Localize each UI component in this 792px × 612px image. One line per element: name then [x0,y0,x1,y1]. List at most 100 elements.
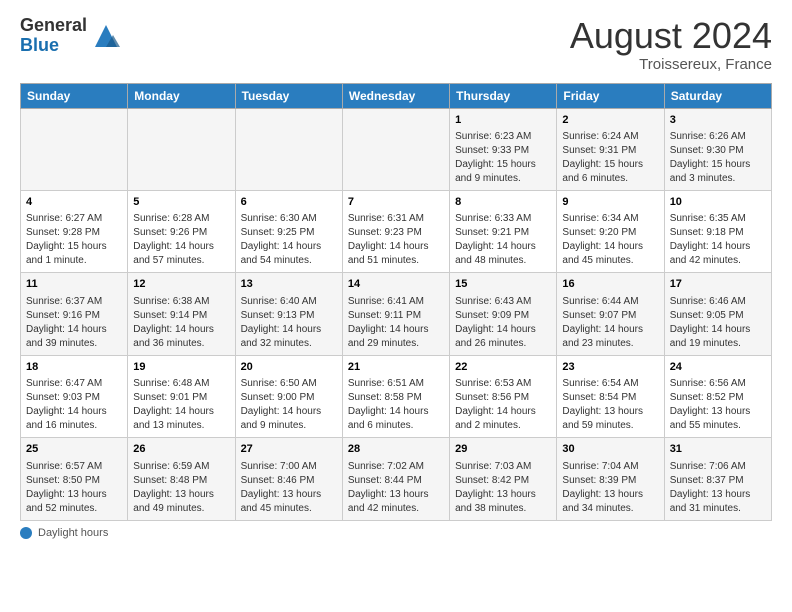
day-number: 24 [670,360,766,375]
logo-blue-text: Blue [20,36,87,56]
daylight-label: Daylight hours [38,527,108,539]
day-info: Sunrise: 6:40 AM Sunset: 9:13 PM Dayligh… [241,295,337,351]
calendar-cell: 27 Sunrise: 7:00 AM Sunset: 8:46 PM Dayli… [235,438,342,520]
calendar-weekday-saturday: Saturday [664,83,771,108]
day-number: 27 [241,442,337,457]
day-number: 9 [562,195,658,210]
calendar-cell: 20 Sunrise: 6:50 AM Sunset: 9:00 PM Dayli… [235,355,342,437]
day-info: Sunrise: 7:03 AM Sunset: 8:42 PM Dayligh… [455,460,551,516]
logo-general-text: General [20,16,87,36]
calendar-cell: 1 Sunrise: 6:23 AM Sunset: 9:33 PM Daylig… [450,108,557,190]
day-number: 28 [348,442,444,457]
logo-icon [91,21,121,51]
calendar-week-row: 11 Sunrise: 6:37 AM Sunset: 9:16 PM Dayli… [21,273,772,355]
day-info: Sunrise: 6:51 AM Sunset: 8:58 PM Dayligh… [348,377,444,433]
calendar-cell: 31 Sunrise: 7:06 AM Sunset: 8:37 PM Dayli… [664,438,771,520]
day-info: Sunrise: 6:48 AM Sunset: 9:01 PM Dayligh… [133,377,229,433]
day-number: 13 [241,277,337,292]
calendar-cell: 21 Sunrise: 6:51 AM Sunset: 8:58 PM Dayli… [342,355,449,437]
calendar-cell: 2 Sunrise: 6:24 AM Sunset: 9:31 PM Daylig… [557,108,664,190]
day-number: 4 [26,195,122,210]
day-number: 23 [562,360,658,375]
calendar-cell: 29 Sunrise: 7:03 AM Sunset: 8:42 PM Dayli… [450,438,557,520]
calendar-weekday-tuesday: Tuesday [235,83,342,108]
calendar-cell: 14 Sunrise: 6:41 AM Sunset: 9:11 PM Dayli… [342,273,449,355]
calendar-cell [128,108,235,190]
day-number: 18 [26,360,122,375]
calendar-cell: 30Sunrise: 7:04 AM Sunset: 8:39 PM Dayli… [557,438,664,520]
calendar-weekday-thursday: Thursday [450,83,557,108]
day-number: 15 [455,277,551,292]
calendar-cell: 5 Sunrise: 6:28 AM Sunset: 9:26 PM Daylig… [128,190,235,272]
day-number: 8 [455,195,551,210]
day-info: Sunrise: 6:34 AM Sunset: 9:20 PM Dayligh… [562,212,658,268]
day-number: 20 [241,360,337,375]
calendar-week-row: 25Sunrise: 6:57 AM Sunset: 8:50 PM Dayli… [21,438,772,520]
calendar-cell: 9 Sunrise: 6:34 AM Sunset: 9:20 PM Daylig… [557,190,664,272]
day-number: 29 [455,442,551,457]
calendar-cell: 17Sunrise: 6:46 AM Sunset: 9:05 PM Dayli… [664,273,771,355]
day-info: Sunrise: 6:33 AM Sunset: 9:21 PM Dayligh… [455,212,551,268]
calendar-weekday-sunday: Sunday [21,83,128,108]
day-info: Sunrise: 6:43 AM Sunset: 9:09 PM Dayligh… [455,295,551,351]
day-info: Sunrise: 6:37 AM Sunset: 9:16 PM Dayligh… [26,295,122,351]
logo: General Blue [20,16,121,56]
calendar-cell: 25Sunrise: 6:57 AM Sunset: 8:50 PM Dayli… [21,438,128,520]
day-info: Sunrise: 6:30 AM Sunset: 9:25 PM Dayligh… [241,212,337,268]
day-info: Sunrise: 7:00 AM Sunset: 8:46 PM Dayligh… [241,460,337,516]
day-number: 6 [241,195,337,210]
calendar-cell: 6 Sunrise: 6:30 AM Sunset: 9:25 PM Daylig… [235,190,342,272]
calendar-header-row: SundayMondayTuesdayWednesdayThursdayFrid… [21,83,772,108]
day-number: 10 [670,195,766,210]
calendar-weekday-monday: Monday [128,83,235,108]
calendar-cell: 13 Sunrise: 6:40 AM Sunset: 9:13 PM Dayli… [235,273,342,355]
day-number: 3 [670,113,766,128]
calendar-cell: 7 Sunrise: 6:31 AM Sunset: 9:23 PM Daylig… [342,190,449,272]
calendar-cell: 19Sunrise: 6:48 AM Sunset: 9:01 PM Dayli… [128,355,235,437]
day-info: Sunrise: 6:23 AM Sunset: 9:33 PM Dayligh… [455,130,551,186]
calendar-week-row: 1 Sunrise: 6:23 AM Sunset: 9:33 PM Daylig… [21,108,772,190]
day-info: Sunrise: 6:38 AM Sunset: 9:14 PM Dayligh… [133,295,229,351]
day-info: Sunrise: 7:06 AM Sunset: 8:37 PM Dayligh… [670,460,766,516]
day-info: Sunrise: 6:59 AM Sunset: 8:48 PM Dayligh… [133,460,229,516]
day-info: Sunrise: 6:28 AM Sunset: 9:26 PM Dayligh… [133,212,229,268]
day-number: 22 [455,360,551,375]
day-number: 30 [562,442,658,457]
location: Troissereux, France [570,56,772,73]
day-number: 21 [348,360,444,375]
day-number: 31 [670,442,766,457]
calendar-cell: 18Sunrise: 6:47 AM Sunset: 9:03 PM Dayli… [21,355,128,437]
daylight-dot [20,527,32,539]
calendar-week-row: 18Sunrise: 6:47 AM Sunset: 9:03 PM Dayli… [21,355,772,437]
day-number: 1 [455,113,551,128]
month-year: August 2024 [570,16,772,56]
calendar-cell [342,108,449,190]
day-number: 14 [348,277,444,292]
calendar-cell: 23 Sunrise: 6:54 AM Sunset: 8:54 PM Dayli… [557,355,664,437]
day-number: 25 [26,442,122,457]
day-info: Sunrise: 6:24 AM Sunset: 9:31 PM Dayligh… [562,130,658,186]
day-info: Sunrise: 6:27 AM Sunset: 9:28 PM Dayligh… [26,212,122,268]
day-number: 11 [26,277,122,292]
calendar-cell: 28Sunrise: 7:02 AM Sunset: 8:44 PM Dayli… [342,438,449,520]
day-info: Sunrise: 6:54 AM Sunset: 8:54 PM Dayligh… [562,377,658,433]
day-info: Sunrise: 6:26 AM Sunset: 9:30 PM Dayligh… [670,130,766,186]
day-info: Sunrise: 6:46 AM Sunset: 9:05 PM Dayligh… [670,295,766,351]
calendar-cell: 8 Sunrise: 6:33 AM Sunset: 9:21 PM Daylig… [450,190,557,272]
calendar-weekday-friday: Friday [557,83,664,108]
page: General Blue August 2024 Troissereux, Fr… [0,0,792,549]
day-number: 2 [562,113,658,128]
day-info: Sunrise: 6:56 AM Sunset: 8:52 PM Dayligh… [670,377,766,433]
calendar-cell [21,108,128,190]
calendar-cell: 16Sunrise: 6:44 AM Sunset: 9:07 PM Dayli… [557,273,664,355]
day-number: 16 [562,277,658,292]
day-info: Sunrise: 6:31 AM Sunset: 9:23 PM Dayligh… [348,212,444,268]
calendar-cell: 26Sunrise: 6:59 AM Sunset: 8:48 PM Dayli… [128,438,235,520]
day-info: Sunrise: 6:35 AM Sunset: 9:18 PM Dayligh… [670,212,766,268]
day-number: 7 [348,195,444,210]
calendar-cell: 24 Sunrise: 6:56 AM Sunset: 8:52 PM Dayli… [664,355,771,437]
calendar-cell: 4 Sunrise: 6:27 AM Sunset: 9:28 PM Daylig… [21,190,128,272]
day-info: Sunrise: 6:41 AM Sunset: 9:11 PM Dayligh… [348,295,444,351]
day-info: Sunrise: 6:50 AM Sunset: 9:00 PM Dayligh… [241,377,337,433]
day-number: 5 [133,195,229,210]
